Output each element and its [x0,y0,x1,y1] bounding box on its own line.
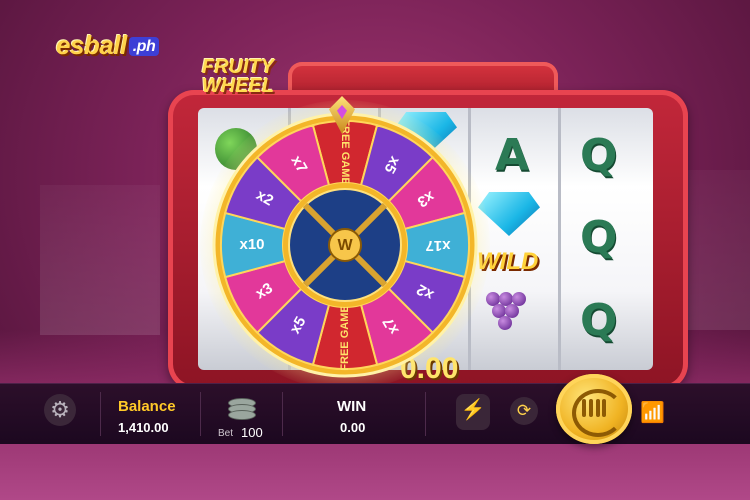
background-pillar-left [40,185,160,335]
bet-value[interactable]: 100 [241,425,263,440]
wifi-icon: 📶 [640,402,665,424]
spin-bars-icon [582,399,606,417]
reel-symbol-letter: Q [580,130,618,181]
gear-icon[interactable]: ⚙ [44,394,76,426]
balance-label: Balance [118,398,176,415]
win-value: 0.00 [340,420,366,435]
wheel-segment-label: FREE GAME [339,305,351,370]
divider [425,392,426,436]
divider [282,392,283,436]
wheel-center-label: W [337,237,353,254]
divider [200,392,201,436]
win-label: WIN [337,398,367,415]
lightning-icon[interactable]: ⚡ [456,394,490,430]
bottom-control-bar [0,383,750,444]
reel-symbol-letter: A [495,130,530,181]
bet-label: Bet [218,428,234,439]
balance-value: 1,410.00 [118,420,169,435]
wheel-segment-label: x10 [239,236,264,253]
coin-stack-icon[interactable] [228,398,256,420]
wheel-segment-label: x17 [425,237,450,254]
spin-button[interactable] [556,374,632,444]
brand-logo: esball .ph [56,30,160,61]
reel-symbol-letter: Q [580,212,618,263]
reel-symbol-letter: Q [580,295,618,346]
reel-separator [558,108,561,370]
grape-symbol [486,292,526,340]
game-title: FRUITY WHEEL [201,56,275,97]
auto-spin-icon[interactable]: ⟳ [510,397,538,425]
divider [100,392,101,436]
prize-wheel[interactable]: FREE GAME x5x3x17x2x7FREE GAMEx5x3x10x2x7… [212,112,478,378]
